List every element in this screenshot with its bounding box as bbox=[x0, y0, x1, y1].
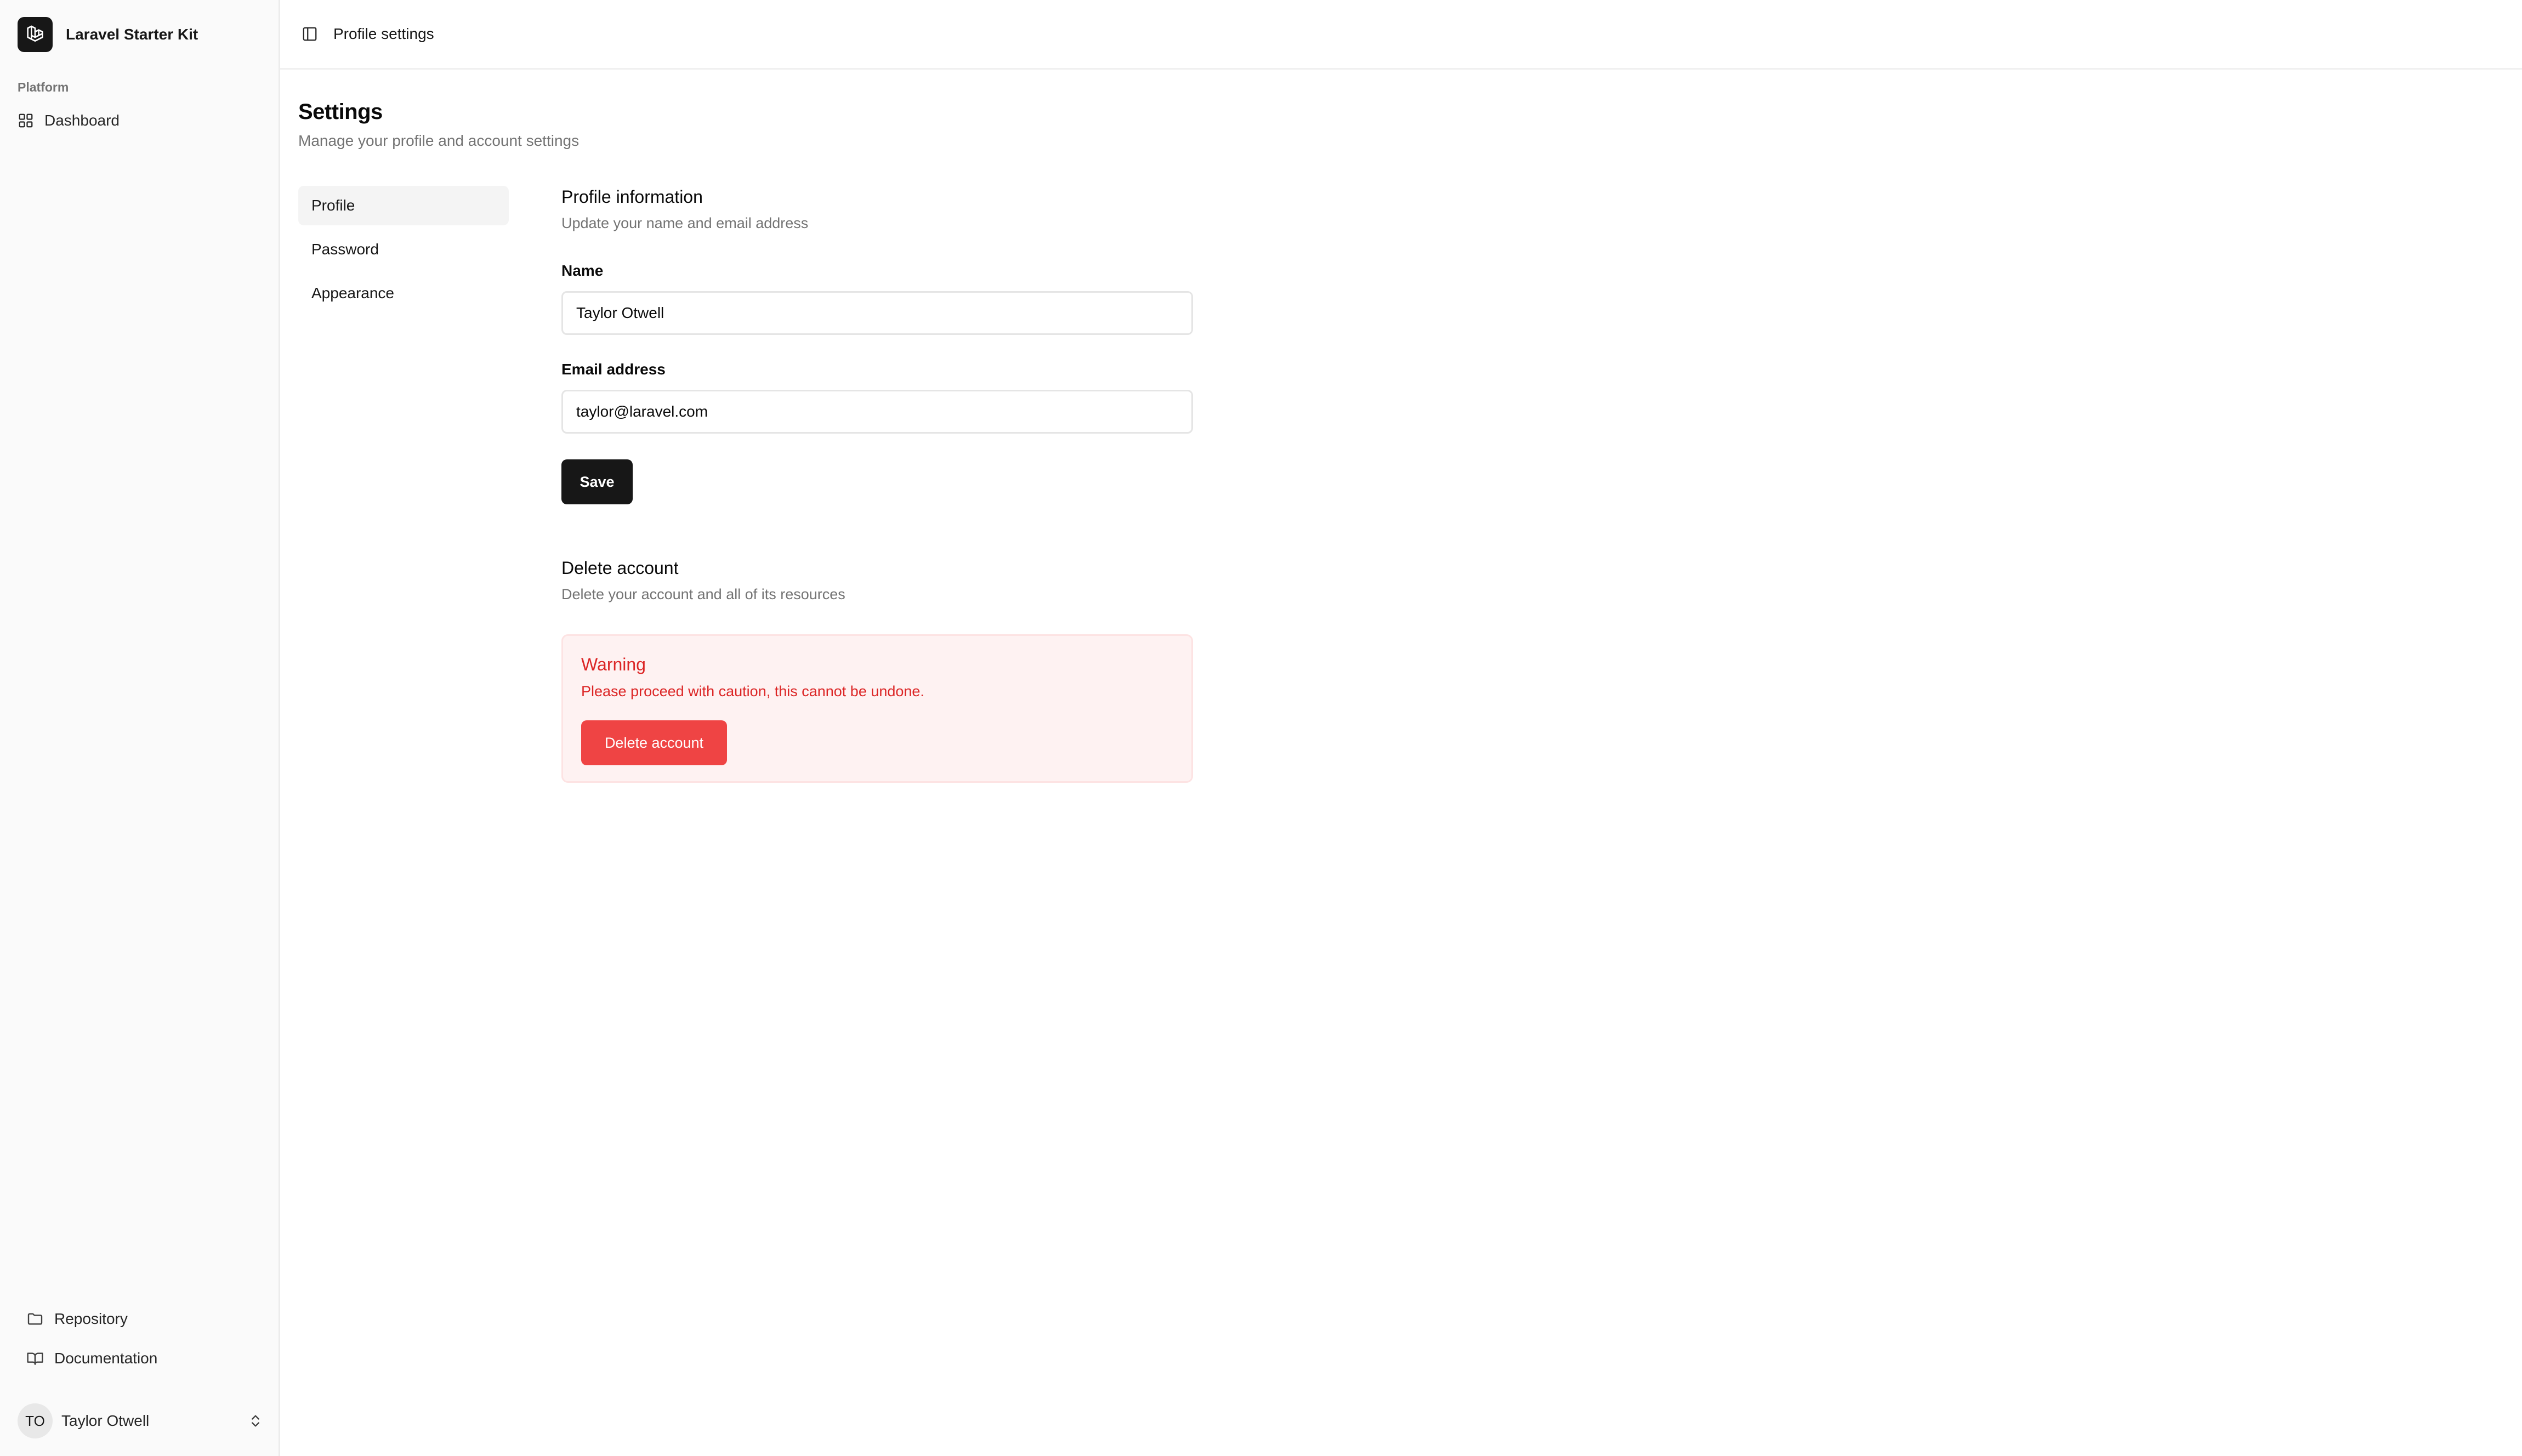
page-subtitle: Manage your profile and account settings bbox=[298, 132, 580, 149]
app-root: Laravel Starter Kit Platform Dashboard R… bbox=[0, 0, 2522, 1456]
warning-title: Warning bbox=[581, 655, 646, 674]
sidebar-link-documentation[interactable]: Documentation bbox=[26, 1350, 157, 1367]
book-open-icon bbox=[27, 1352, 43, 1365]
top-bar: Profile settings bbox=[280, 0, 2522, 70]
chevrons-up-down-icon bbox=[252, 1415, 259, 1427]
page-title: Settings bbox=[298, 100, 383, 124]
sidebar-group-label: Platform bbox=[18, 80, 69, 94]
sidebar-item-dashboard[interactable]: Dashboard bbox=[18, 112, 120, 129]
main-content: Profile settings Settings Manage your pr… bbox=[280, 0, 2522, 1456]
sidebar-toggle-button[interactable] bbox=[300, 24, 320, 44]
sidebar-link-label: Documentation bbox=[54, 1350, 158, 1367]
delete-account-button[interactable]: Delete account bbox=[581, 720, 727, 765]
user-menu-trigger[interactable]: TO Taylor Otwell bbox=[18, 1403, 263, 1438]
sidebar-item-label: Dashboard bbox=[44, 112, 120, 129]
settings-nav-appearance[interactable]: Appearance bbox=[298, 274, 509, 313]
section-description: Delete your account and all of its resou… bbox=[561, 586, 845, 602]
laravel-logo-icon bbox=[18, 17, 53, 52]
settings-nav-password[interactable]: Password bbox=[298, 230, 509, 269]
name-label: Name bbox=[561, 262, 604, 279]
email-input[interactable] bbox=[561, 390, 1193, 434]
folder-icon bbox=[27, 1313, 43, 1325]
warning-text: Please proceed with caution, this cannot… bbox=[581, 683, 924, 699]
brand-link[interactable]: Laravel Starter Kit bbox=[18, 17, 198, 52]
sidebar: Laravel Starter Kit Platform Dashboard R… bbox=[0, 0, 280, 1456]
sidebar-link-label: Repository bbox=[54, 1310, 128, 1327]
breadcrumb: Profile settings bbox=[333, 25, 434, 42]
sidebar-link-repository[interactable]: Repository bbox=[26, 1310, 128, 1328]
panel-left-icon bbox=[303, 27, 317, 41]
profile-section-header: Profile information Update your name and… bbox=[561, 187, 1193, 232]
layout-grid-icon bbox=[19, 113, 33, 128]
app-name: Laravel Starter Kit bbox=[66, 26, 198, 43]
email-label: Email address bbox=[561, 361, 666, 378]
settings-nav-profile[interactable]: Profile bbox=[298, 186, 509, 225]
section-title: Delete account bbox=[561, 558, 679, 578]
avatar: TO bbox=[18, 1403, 53, 1438]
save-button[interactable]: Save bbox=[561, 459, 633, 504]
delete-section-header: Delete account Delete your account and a… bbox=[561, 558, 1193, 603]
name-input[interactable] bbox=[561, 291, 1193, 335]
danger-zone-warning: Warning Please proceed with caution, thi… bbox=[561, 634, 1193, 783]
section-title: Profile information bbox=[561, 187, 703, 207]
settings-nav: Profile Password Appearance bbox=[298, 186, 509, 317]
section-description: Update your name and email address bbox=[561, 215, 809, 231]
user-name: Taylor Otwell bbox=[61, 1412, 150, 1429]
